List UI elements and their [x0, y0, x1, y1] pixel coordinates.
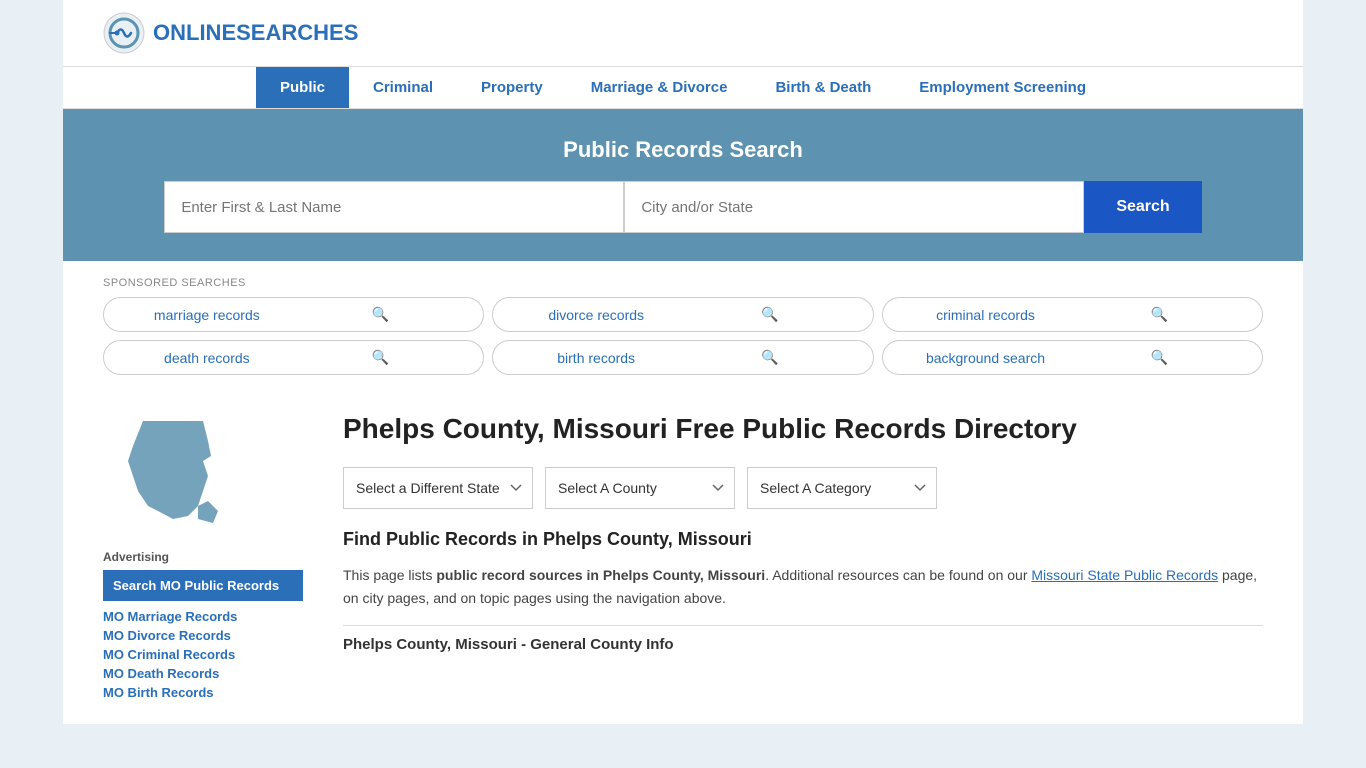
- search-icon: 🔍: [1072, 306, 1246, 323]
- city-input[interactable]: [624, 181, 1084, 233]
- nav-birth-death[interactable]: Birth & Death: [751, 67, 895, 108]
- search-icon: 🔍: [294, 306, 468, 323]
- state-dropdown[interactable]: Select a Different State: [343, 467, 533, 509]
- sidebar-mo-marriage[interactable]: MO Marriage Records: [103, 609, 303, 624]
- page-title: Phelps County, Missouri Free Public Reco…: [343, 411, 1263, 447]
- search-icon: 🔍: [683, 349, 857, 366]
- search-icon: 🔍: [1072, 349, 1246, 366]
- sidebar-ad-box[interactable]: Search MO Public Records: [103, 570, 303, 601]
- nav-marriage-divorce[interactable]: Marriage & Divorce: [567, 67, 752, 108]
- find-heading: Find Public Records in Phelps County, Mi…: [343, 529, 1263, 550]
- site-header: ONLINESEARCHES: [63, 0, 1303, 67]
- search-form: Search: [143, 181, 1223, 233]
- tag-marriage-records[interactable]: marriage records 🔍: [103, 297, 484, 332]
- sponsored-tags: marriage records 🔍 divorce records 🔍 cri…: [103, 297, 1263, 375]
- search-button[interactable]: Search: [1084, 181, 1201, 233]
- tag-birth-records[interactable]: birth records 🔍: [492, 340, 873, 375]
- description-text: This page lists public record sources in…: [343, 564, 1263, 609]
- tag-divorce-records[interactable]: divorce records 🔍: [492, 297, 873, 332]
- mo-records-link[interactable]: Missouri State Public Records: [1031, 567, 1218, 583]
- tag-death-records[interactable]: death records 🔍: [103, 340, 484, 375]
- state-map: [103, 411, 243, 531]
- main-content: Phelps County, Missouri Free Public Reco…: [323, 411, 1263, 704]
- sponsored-label: SPONSORED SEARCHES: [103, 277, 1263, 289]
- content-area: Advertising Search MO Public Records MO …: [103, 391, 1263, 724]
- nav-criminal[interactable]: Criminal: [349, 67, 457, 108]
- nav-property[interactable]: Property: [457, 67, 567, 108]
- county-dropdown[interactable]: Select A County: [545, 467, 735, 509]
- logo[interactable]: ONLINESEARCHES: [103, 12, 358, 54]
- dropdowns-row: Select a Different State Select A County…: [343, 467, 1263, 509]
- name-input[interactable]: [164, 181, 624, 233]
- sidebar-mo-divorce[interactable]: MO Divorce Records: [103, 628, 303, 643]
- sponsored-section: SPONSORED SEARCHES marriage records 🔍 di…: [103, 261, 1263, 391]
- search-icon: 🔍: [683, 306, 857, 323]
- tag-criminal-records[interactable]: criminal records 🔍: [882, 297, 1263, 332]
- tag-background-search[interactable]: background search 🔍: [882, 340, 1263, 375]
- logo-text: ONLINESEARCHES: [153, 20, 358, 46]
- logo-icon: [103, 12, 145, 54]
- county-info-header: Phelps County, Missouri - General County…: [343, 625, 1263, 653]
- search-icon: 🔍: [294, 349, 468, 366]
- main-nav: Public Criminal Property Marriage & Divo…: [63, 67, 1303, 109]
- advertising-label: Advertising: [103, 550, 303, 564]
- sidebar: Advertising Search MO Public Records MO …: [103, 411, 323, 704]
- sidebar-mo-death[interactable]: MO Death Records: [103, 666, 303, 681]
- sidebar-mo-birth[interactable]: MO Birth Records: [103, 685, 303, 700]
- sidebar-mo-criminal[interactable]: MO Criminal Records: [103, 647, 303, 662]
- category-dropdown[interactable]: Select A Category: [747, 467, 937, 509]
- search-banner-title: Public Records Search: [103, 137, 1263, 163]
- nav-public[interactable]: Public: [256, 67, 349, 108]
- search-banner: Public Records Search Search: [63, 109, 1303, 261]
- nav-employment[interactable]: Employment Screening: [895, 67, 1110, 108]
